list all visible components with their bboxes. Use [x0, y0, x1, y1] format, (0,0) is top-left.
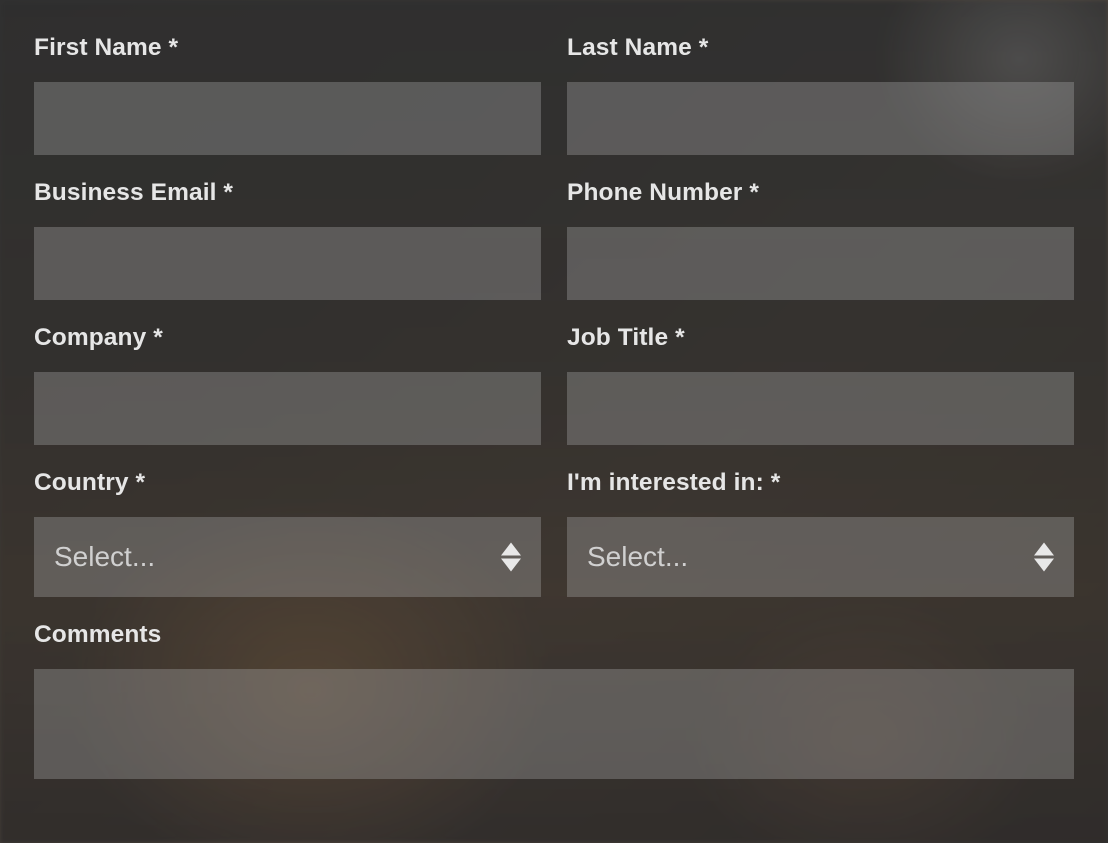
interested-in-field: I'm interested in: * Select...: [567, 465, 1074, 617]
chevron-down-icon: [1034, 559, 1054, 572]
last-name-label: Last Name *: [567, 34, 1074, 62]
last-name-input[interactable]: [567, 82, 1074, 155]
sort-arrows-icon: [501, 543, 521, 572]
interested-in-select[interactable]: Select...: [567, 517, 1074, 597]
business-email-label: Business Email *: [34, 179, 541, 207]
country-select[interactable]: Select...: [34, 517, 541, 597]
interested-in-label: I'm interested in: *: [567, 469, 1074, 497]
country-label: Country *: [34, 469, 541, 497]
job-title-label: Job Title *: [567, 324, 1074, 352]
job-title-field: Job Title *: [567, 320, 1074, 465]
country-select-value: Select...: [54, 541, 155, 573]
phone-number-label: Phone Number *: [567, 179, 1074, 207]
chevron-up-icon: [501, 543, 521, 556]
last-name-field: Last Name *: [567, 30, 1074, 175]
sort-arrows-icon: [1034, 543, 1054, 572]
phone-number-field: Phone Number *: [567, 175, 1074, 320]
chevron-down-icon: [501, 559, 521, 572]
comments-input[interactable]: [34, 669, 1074, 779]
company-field: Company *: [34, 320, 541, 465]
company-label: Company *: [34, 324, 541, 352]
contact-form: First Name * Last Name * Business Email …: [0, 0, 1108, 779]
company-input[interactable]: [34, 372, 541, 445]
business-email-field: Business Email *: [34, 175, 541, 320]
phone-number-input[interactable]: [567, 227, 1074, 300]
chevron-up-icon: [1034, 543, 1054, 556]
business-email-input[interactable]: [34, 227, 541, 300]
first-name-label: First Name *: [34, 34, 541, 62]
job-title-input[interactable]: [567, 372, 1074, 445]
country-field: Country * Select...: [34, 465, 541, 617]
comments-label: Comments: [34, 621, 1074, 649]
comments-field: Comments: [34, 617, 1074, 779]
interested-in-select-value: Select...: [587, 541, 688, 573]
first-name-input[interactable]: [34, 82, 541, 155]
first-name-field: First Name *: [34, 30, 541, 175]
